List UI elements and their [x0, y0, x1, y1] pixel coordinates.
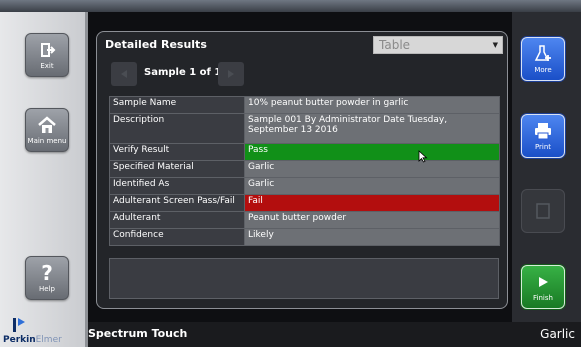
more-label: More: [534, 66, 552, 74]
exit-button[interactable]: Exit: [25, 33, 69, 77]
adulterant-screen-value: Fail: [244, 194, 500, 212]
table-row: Sample Name 10% peanut butter powder in …: [109, 96, 500, 114]
finish-label: Finish: [533, 294, 553, 302]
exit-label: Exit: [40, 62, 54, 70]
row-value: Sample 001 By Administrator Date Tuesday…: [244, 113, 500, 144]
perkinelmer-logo: PerkinElmer: [3, 316, 85, 346]
dropdown-caret-icon: ▼: [492, 41, 498, 49]
app-name: Spectrum Touch: [88, 327, 188, 340]
next-arrow-icon: [228, 70, 234, 78]
table-row: Adulterant Peanut butter powder: [109, 211, 500, 229]
print-button[interactable]: Print: [521, 114, 565, 158]
results-table: Sample Name 10% peanut butter powder in …: [109, 96, 500, 246]
logo-mark-icon: [13, 318, 25, 332]
table-empty-area: [109, 258, 499, 299]
prev-arrow-icon: [121, 70, 127, 78]
help-button[interactable]: ? Help: [25, 256, 69, 300]
view-select-value: Table: [379, 38, 411, 52]
logo-wordmark: PerkinElmer: [3, 335, 62, 345]
more-button[interactable]: More: [521, 37, 565, 81]
table-row: Specified Material Garlic: [109, 160, 500, 178]
row-value: Garlic: [244, 177, 500, 195]
prev-sample-button[interactable]: [111, 62, 137, 86]
row-value: Peanut butter powder: [244, 211, 500, 229]
main-menu-button[interactable]: Main menu: [25, 108, 69, 152]
top-strip: [0, 0, 581, 12]
row-value: 10% peanut butter powder in garlic: [244, 96, 500, 114]
table-row: Confidence Likely: [109, 228, 500, 246]
row-label: Confidence: [109, 228, 245, 246]
row-label: Verify Result: [109, 143, 245, 161]
row-value: Likely: [244, 228, 500, 246]
finish-arrow-icon: [536, 272, 550, 292]
table-row: Adulterant Screen Pass/Fail Fail: [109, 194, 500, 212]
help-icon: ?: [41, 261, 53, 285]
row-value: Garlic: [244, 160, 500, 178]
row-label: Adulterant Screen Pass/Fail: [109, 194, 245, 212]
cursor-icon: [418, 150, 428, 163]
table-row: Verify Result Pass: [109, 143, 500, 161]
current-material: Garlic: [540, 327, 575, 341]
view-select[interactable]: Table ▼: [373, 36, 503, 54]
verify-result-value: Pass: [244, 143, 500, 161]
finish-button[interactable]: Finish: [521, 265, 565, 309]
table-row: Identified As Garlic: [109, 177, 500, 195]
exit-icon: [38, 40, 56, 60]
next-sample-button[interactable]: [218, 62, 244, 86]
row-label: Description: [109, 113, 245, 144]
print-icon: [533, 121, 553, 141]
row-label: Specified Material: [109, 160, 245, 178]
more-icon: [533, 44, 553, 64]
panel-title: Detailed Results: [105, 38, 207, 51]
table-row: Description Sample 001 By Administrator …: [109, 113, 500, 144]
main-menu-label: Main menu: [27, 137, 67, 145]
help-label: Help: [39, 285, 55, 293]
row-label: Identified As: [109, 177, 245, 195]
print-label: Print: [534, 143, 552, 151]
sample-nav-label: Sample 1 of 1: [144, 67, 222, 78]
disabled-icon: [534, 201, 552, 221]
home-icon: [37, 115, 57, 135]
row-label: Sample Name: [109, 96, 245, 114]
row-label: Adulterant: [109, 211, 245, 229]
disabled-action-button[interactable]: [521, 189, 565, 233]
